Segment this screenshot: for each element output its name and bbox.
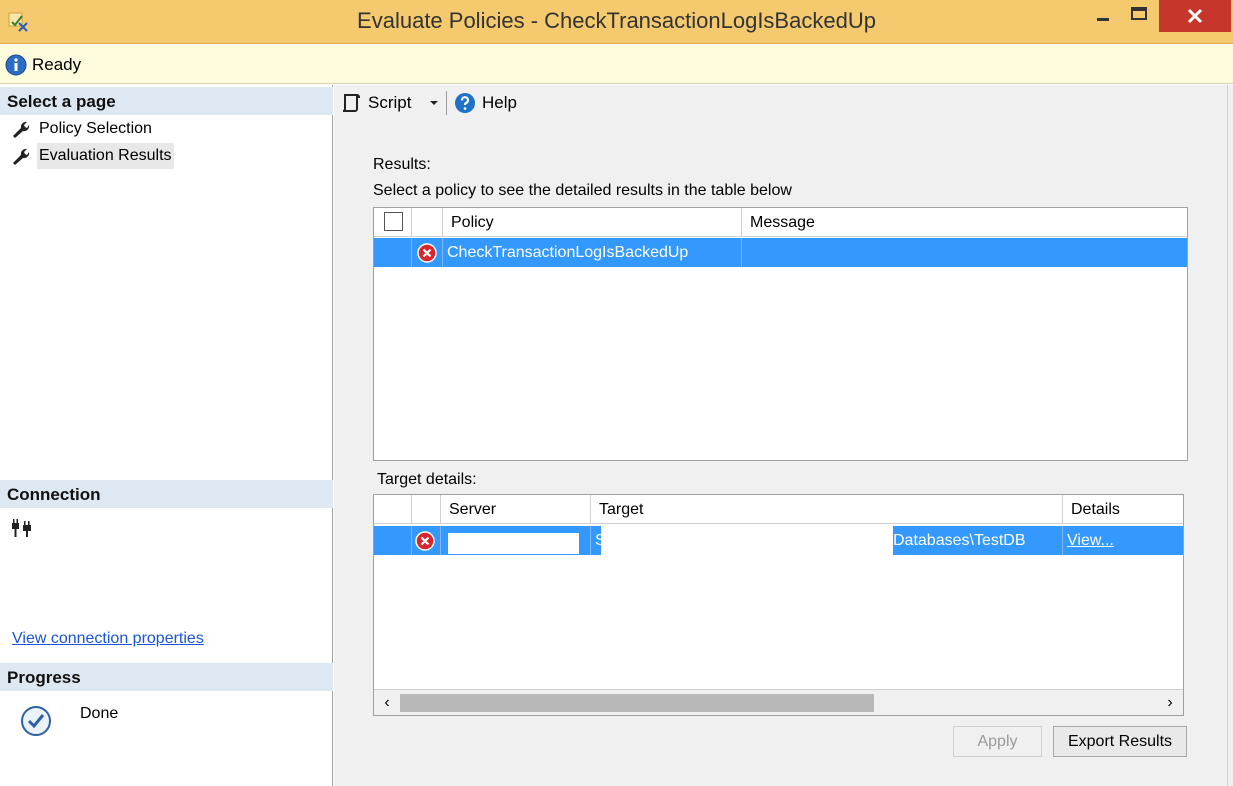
select-page-header: Select a page [0,87,333,115]
script-label: Script [368,93,412,112]
status-text: Ready [32,55,82,74]
results-grid-header: Policy Message [374,208,1187,237]
error-icon [417,243,437,263]
target-details-grid[interactable]: Server Target Details S Databases\TestDB [373,494,1184,716]
script-button[interactable]: Script [340,91,411,115]
sidebar-item-evaluation-results[interactable]: Evaluation Results [8,143,188,169]
close-icon[interactable] [1159,0,1231,32]
status-column-header [412,495,441,524]
table-row[interactable]: S Databases\TestDB View... [374,526,1183,555]
blank-column-header [374,495,412,524]
view-details-link[interactable]: View... [1067,532,1114,549]
scroll-right-icon[interactable]: › [1161,692,1179,714]
apply-button[interactable]: Apply [953,726,1042,757]
connection-plug-icon [12,519,31,537]
results-label: Results: [373,156,431,173]
export-results-button[interactable]: Export Results [1053,726,1187,757]
row-status-cell [412,526,441,555]
chevron-down-icon[interactable] [428,95,440,111]
title-bar: Evaluate Policies - CheckTransactionLogI… [0,0,1233,44]
policy-column-header[interactable]: Policy [443,208,742,237]
sidebar-item-label: Evaluation Results [37,143,174,169]
select-all-checkbox[interactable] [384,212,403,231]
status-column-header [412,208,443,237]
maximize-icon[interactable] [1122,0,1156,28]
details-column-header[interactable]: Details [1063,495,1183,524]
toolbar: Script Help [334,85,1233,121]
progress-header: Progress [0,663,333,691]
script-icon [342,94,361,112]
toolbar-divider [446,91,447,115]
checkmark-icon [21,706,51,736]
connection-header: Connection [0,480,333,508]
minimize-icon[interactable] [1086,0,1120,28]
horizontal-scrollbar[interactable]: ‹ › [374,689,1183,715]
redacted-server [448,533,579,554]
wrench-icon [13,121,30,138]
info-icon [5,54,27,76]
progress-status: Done [80,705,119,722]
sidebar-item-label: Policy Selection [39,120,152,137]
left-panel: Select a page Policy Selection Evaluatio… [0,85,333,786]
row-blank-cell [374,526,412,555]
details-cell: View... [1063,526,1183,555]
target-grid-header: Server Target Details [374,495,1183,524]
message-cell [742,238,1187,267]
view-connection-properties-link[interactable]: View connection properties [12,630,204,648]
help-icon [455,93,475,113]
row-status-cell [412,238,443,267]
server-column-header[interactable]: Server [441,495,591,524]
wrench-icon [13,148,30,165]
select-all-column [374,208,412,237]
target-value-cell: Databases\TestDB [893,532,1026,549]
help-button[interactable]: Help [454,91,517,115]
target-column-header[interactable]: Target [591,495,1063,524]
window-title: Evaluate Policies - CheckTransactionLogI… [357,8,876,33]
panel-scrollbar[interactable] [1227,85,1233,786]
help-label: Help [482,93,517,112]
message-column-header[interactable]: Message [742,208,1187,237]
scrollbar-thumb[interactable] [400,694,874,712]
error-icon [415,531,435,551]
redacted-target [601,526,893,555]
table-row[interactable]: CheckTransactionLogIsBackedUp [374,238,1187,267]
policy-cell: CheckTransactionLogIsBackedUp [443,238,742,267]
scroll-left-icon[interactable]: ‹ [378,692,396,714]
main-panel: Script Help Results: Select a policy to … [334,85,1233,786]
results-hint: Select a policy to see the detailed resu… [373,182,792,199]
results-grid[interactable]: Policy Message CheckTransactionLogIsBack… [373,207,1188,461]
sidebar-item-policy-selection[interactable]: Policy Selection [8,116,188,142]
status-bar: Ready [0,45,1233,84]
row-check-cell [374,238,412,267]
target-details-label: Target details: [377,471,477,488]
